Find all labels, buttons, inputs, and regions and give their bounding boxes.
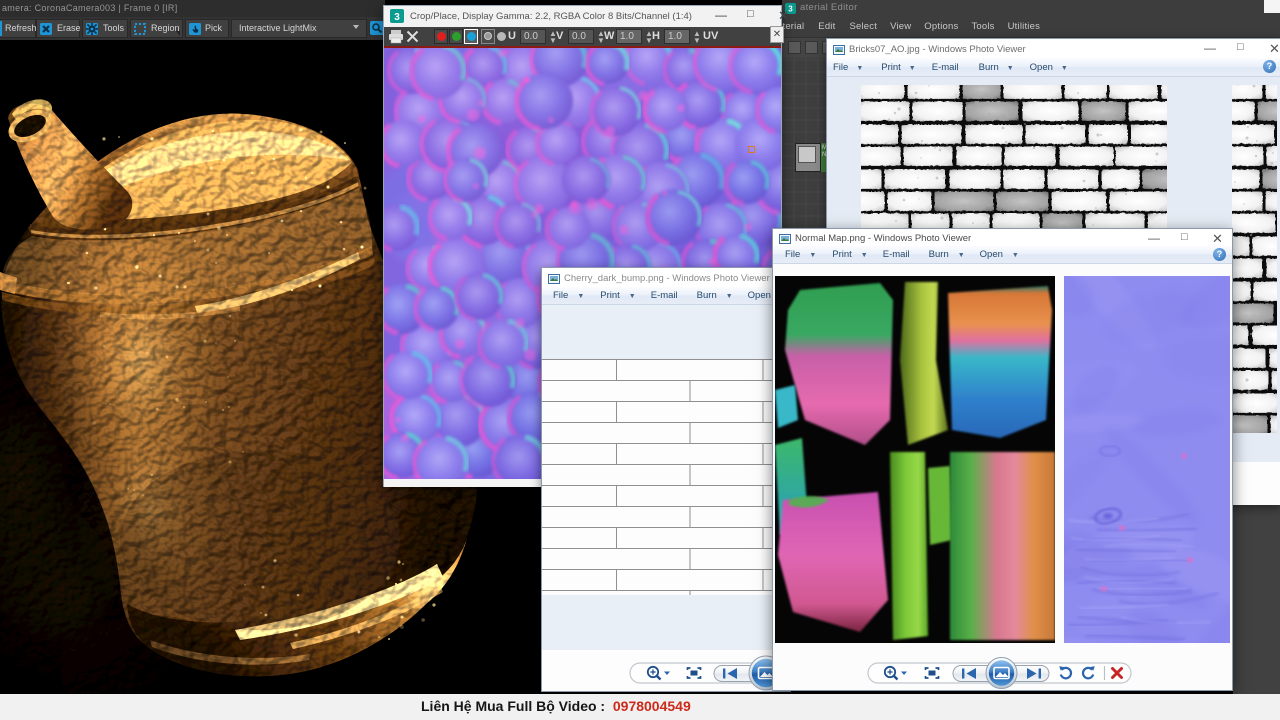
svg-text:3: 3	[788, 5, 793, 14]
svg-text:3: 3	[394, 12, 400, 23]
